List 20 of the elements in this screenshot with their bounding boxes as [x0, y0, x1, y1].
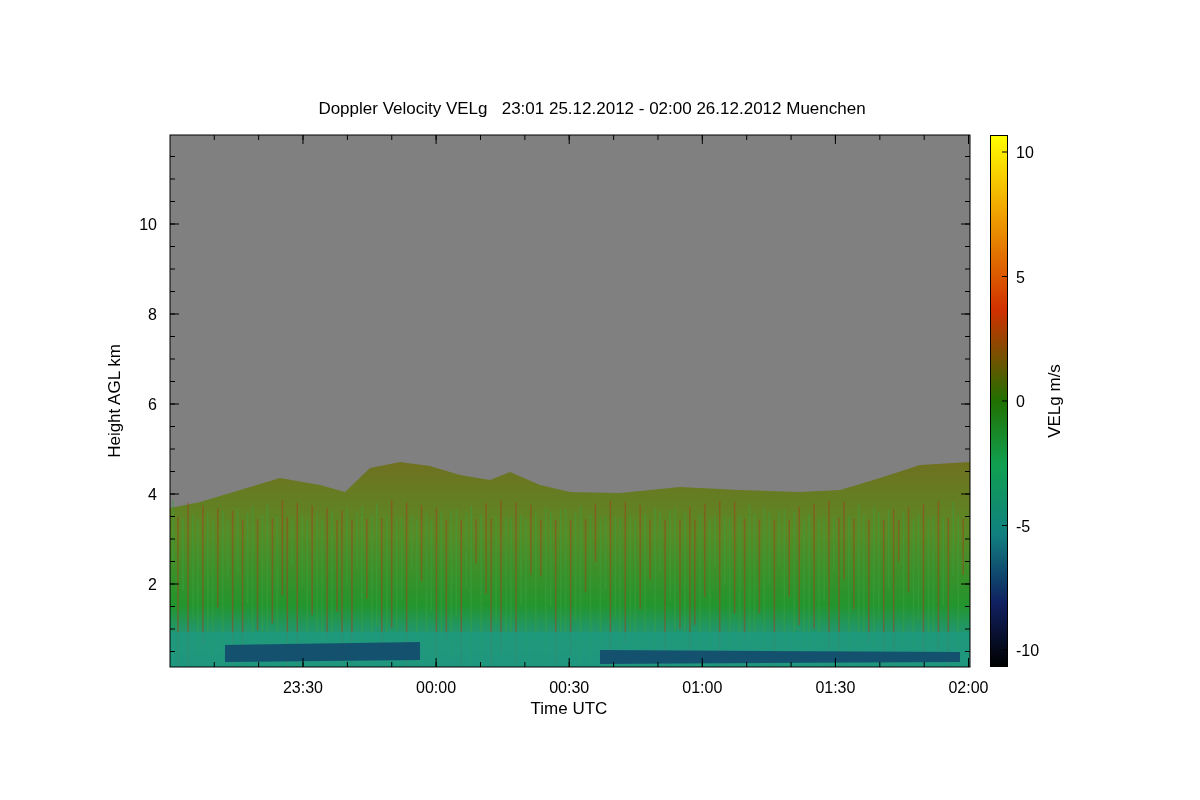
tick-label: 8 — [148, 306, 157, 323]
tick-label: 2 — [148, 576, 157, 593]
axis-label: VELg m/s — [1045, 364, 1064, 438]
tick-label: 10 — [139, 216, 157, 233]
tick-label: 23:30 — [283, 679, 323, 696]
tick-label: 10 — [1016, 144, 1034, 161]
tick-label: 6 — [148, 396, 157, 413]
tick-label: 0 — [1016, 393, 1025, 410]
axis-label: Height AGL km — [105, 344, 124, 458]
tick-label: 01:00 — [682, 679, 723, 696]
tick-label: 5 — [1016, 268, 1025, 286]
plot-title: Doppler Velocity VELg 23:01 25.12.2012 - 02:00 26.12.2012 Muenchen — [318, 99, 866, 118]
tick-label: 01:30 — [815, 679, 856, 696]
axis-label: Time UTC — [530, 699, 608, 718]
tick-label: -5 — [1016, 517, 1031, 535]
tick-label: 4 — [148, 486, 157, 503]
tick-label: 02:00 — [948, 679, 989, 696]
tick-label: 00:30 — [549, 679, 590, 696]
tick-label: -10 — [1016, 642, 1040, 659]
tick-label: 00:00 — [416, 679, 457, 696]
